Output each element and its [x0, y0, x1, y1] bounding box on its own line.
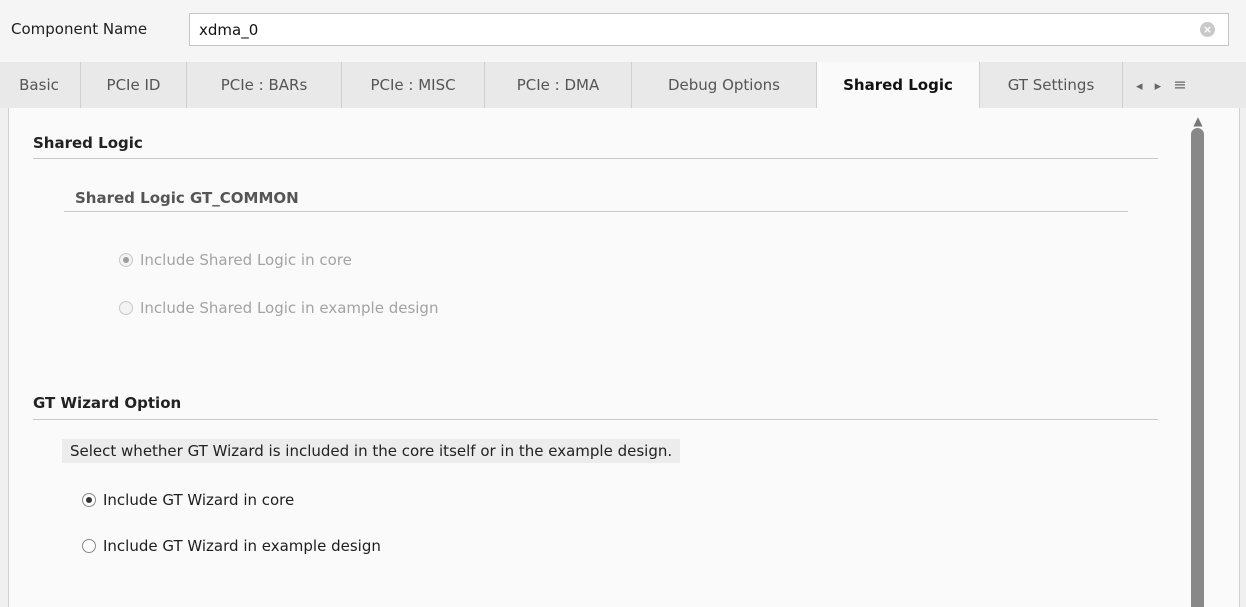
gt-wizard-in-core-option[interactable]: Include GT Wizard in core	[82, 491, 294, 509]
shared-logic-title: Shared Logic	[33, 134, 143, 152]
tab-next-icon[interactable]: ▸	[1155, 64, 1162, 110]
tab-pcie-misc[interactable]: PCIe : MISC	[342, 62, 485, 108]
tab-pcie-dma[interactable]: PCIe : DMA	[485, 62, 632, 108]
component-name-label: Component Name	[11, 20, 148, 38]
gt-wizard-option-title: GT Wizard Option	[33, 394, 182, 412]
gt-wizard-description: Select whether GT Wizard is included in …	[62, 439, 681, 463]
tab-debug-options[interactable]: Debug Options	[632, 62, 817, 108]
gt-common-divider	[64, 211, 1128, 212]
shared-logic-gt-common-title: Shared Logic GT_COMMON	[75, 189, 299, 207]
gt-wizard-in-core-label: Include GT Wizard in core	[103, 491, 295, 509]
tab-nav: ◂ ▸ ≡	[1136, 62, 1195, 108]
tab-shared-logic[interactable]: Shared Logic	[817, 62, 980, 108]
radio-icon	[82, 539, 96, 553]
shared-logic-divider	[33, 158, 1158, 159]
gt-wizard-divider	[33, 419, 1158, 420]
shared-logic-in-example-option[interactable]: Include Shared Logic in example design	[119, 299, 438, 317]
shared-logic-in-core-label: Include Shared Logic in core	[140, 251, 352, 269]
gt-wizard-in-example-label: Include GT Wizard in example design	[103, 537, 381, 555]
tab-basic[interactable]: Basic	[0, 62, 81, 108]
tab-bar: Basic PCIe ID PCIe : BARs PCIe : MISC PC…	[0, 62, 1246, 108]
radio-icon	[119, 301, 133, 315]
vertical-scrollbar-thumb[interactable]	[1191, 128, 1204, 607]
tab-menu-icon[interactable]: ≡	[1173, 62, 1186, 108]
tab-prev-icon[interactable]: ◂	[1136, 64, 1143, 110]
radio-icon	[119, 253, 133, 267]
scroll-up-icon[interactable]: ▲	[1190, 114, 1206, 128]
content-panel	[8, 108, 1240, 607]
gt-wizard-in-example-option[interactable]: Include GT Wizard in example design	[82, 537, 381, 555]
tab-pcie-id[interactable]: PCIe ID	[81, 62, 187, 108]
tab-pcie-bars[interactable]: PCIe : BARs	[187, 62, 342, 108]
component-name-input[interactable]	[189, 13, 1229, 46]
component-name-row: Component Name ×	[0, 0, 1246, 62]
radio-icon	[82, 493, 96, 507]
shared-logic-in-example-label: Include Shared Logic in example design	[140, 299, 439, 317]
shared-logic-in-core-option[interactable]: Include Shared Logic in core	[119, 251, 352, 269]
tab-gt-settings[interactable]: GT Settings	[980, 62, 1123, 108]
clear-icon[interactable]: ×	[1200, 22, 1215, 37]
